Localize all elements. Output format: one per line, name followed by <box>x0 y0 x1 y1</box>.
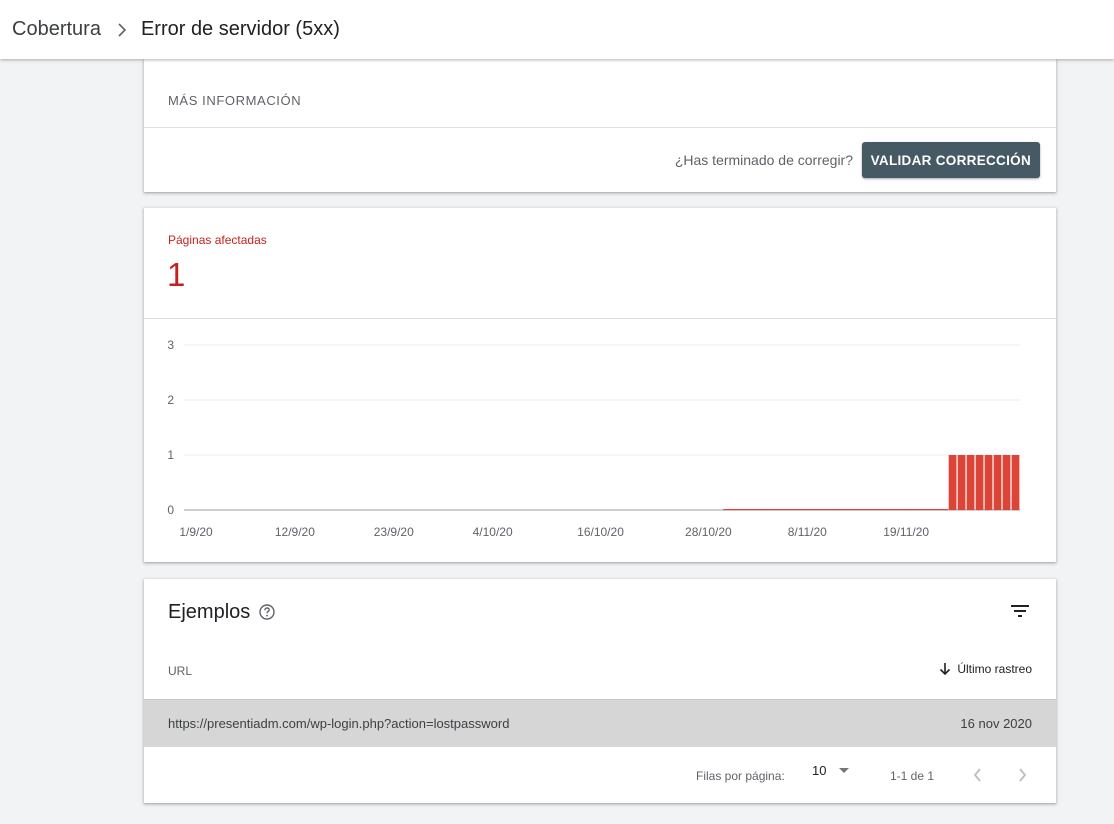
chart-bar <box>1002 455 1011 510</box>
chart-bar <box>822 509 832 511</box>
chart-bar <box>930 509 940 511</box>
fixed-question: ¿Has terminado de corregir? <box>674 152 853 168</box>
rows-per-page-value: 10 <box>812 763 827 778</box>
affected-pages-chart: 0 1 2 3 1/9/20 12/9/20 23/9/20 4/10/20 16/10/20 2… <box>167 338 1020 539</box>
arrow-down-icon <box>940 663 951 676</box>
x-tick-label: 12/9/20 <box>275 525 315 539</box>
y-tick-label: 1 <box>167 448 174 462</box>
table-row[interactable]: https://presentiadm.com/wp-login.php?act… <box>144 699 1056 747</box>
rows-per-page-label: Filas por página: <box>696 769 785 783</box>
chart-bar <box>732 509 742 511</box>
chart-bar <box>948 455 957 510</box>
chart-bar <box>903 509 913 511</box>
column-header-last-crawl[interactable]: Último rastreo <box>939 662 1032 676</box>
chart-bar <box>921 509 931 511</box>
chart-bar <box>840 509 850 511</box>
chart-bar <box>777 509 787 511</box>
more-info-link[interactable]: MÁS INFORMACIÓN <box>168 93 301 108</box>
chart-bar <box>993 455 1002 510</box>
x-tick-label: 28/10/20 <box>685 525 732 539</box>
row-url: https://presentiadm.com/wp-login.php?act… <box>168 716 510 731</box>
filter-icon[interactable] <box>1008 599 1032 623</box>
y-tick-label: 0 <box>167 503 174 517</box>
chart-bar <box>975 455 984 510</box>
chart-bar <box>939 509 949 511</box>
column-header-url[interactable]: URL <box>168 664 192 678</box>
x-tick-label: 1/9/20 <box>179 525 213 539</box>
chart-bar <box>813 509 823 511</box>
row-date: 16 nov 2020 <box>960 716 1032 731</box>
rows-per-page-select[interactable]: 10 <box>812 763 850 778</box>
chart-bar <box>894 509 904 511</box>
chart-bar <box>831 509 841 511</box>
chart-bar <box>957 455 966 510</box>
pagination-range: 1-1 de 1 <box>890 769 935 783</box>
chart-bar <box>885 509 895 511</box>
x-tick-label: 4/10/20 <box>473 525 513 539</box>
chart-bar <box>804 509 814 511</box>
column-header-last-crawl-label: Último rastreo <box>957 662 1032 676</box>
chart-bar <box>1011 455 1020 510</box>
more-info-card: MÁS INFORMACIÓN ¿Has terminado de correg… <box>144 59 1056 192</box>
chart-bar <box>723 509 733 511</box>
chart-bar <box>858 509 868 511</box>
page-title: Error de servidor (5xx) <box>140 18 340 40</box>
breadcrumb-parent[interactable]: Cobertura <box>12 18 101 41</box>
help-icon[interactable] <box>258 603 276 621</box>
y-tick-label: 3 <box>167 338 174 352</box>
chart-bar <box>849 509 859 511</box>
chevron-right-icon[interactable] <box>1014 765 1030 785</box>
chart-bar <box>876 509 886 511</box>
x-tick-label: 16/10/20 <box>577 525 624 539</box>
chart-bar <box>750 509 760 511</box>
chart-bar <box>984 455 993 510</box>
chart-bar <box>966 455 975 510</box>
chart-bar <box>786 509 796 511</box>
examples-card: Ejemplos URL Último rastreo https://pres… <box>144 579 1056 803</box>
x-tick-label: 23/9/20 <box>374 525 414 539</box>
divider <box>144 127 1056 128</box>
chart-bar <box>741 509 751 511</box>
chart-bar <box>912 509 922 511</box>
x-tick-label: 19/11/20 <box>883 525 929 539</box>
x-tick-label: 8/11/20 <box>788 525 827 539</box>
chart-bar <box>795 509 805 511</box>
chart-bar <box>867 509 877 511</box>
examples-title: Ejemplos <box>168 601 251 623</box>
chart-bar <box>759 509 769 511</box>
chevron-right-icon <box>117 22 127 37</box>
affected-pages-card: Páginas afectadas 1 0 1 2 3 1/9/20 12/9/20 23/… <box>144 208 1056 562</box>
chart-bar <box>768 509 778 511</box>
chevron-left-icon[interactable] <box>970 765 986 785</box>
top-bar: Cobertura Error de servidor (5xx) <box>0 0 1114 59</box>
validate-fix-button[interactable]: VALIDAR CORRECCIÓN <box>861 142 1040 178</box>
dropdown-arrow-icon <box>839 767 850 773</box>
y-tick-label: 2 <box>167 393 174 407</box>
